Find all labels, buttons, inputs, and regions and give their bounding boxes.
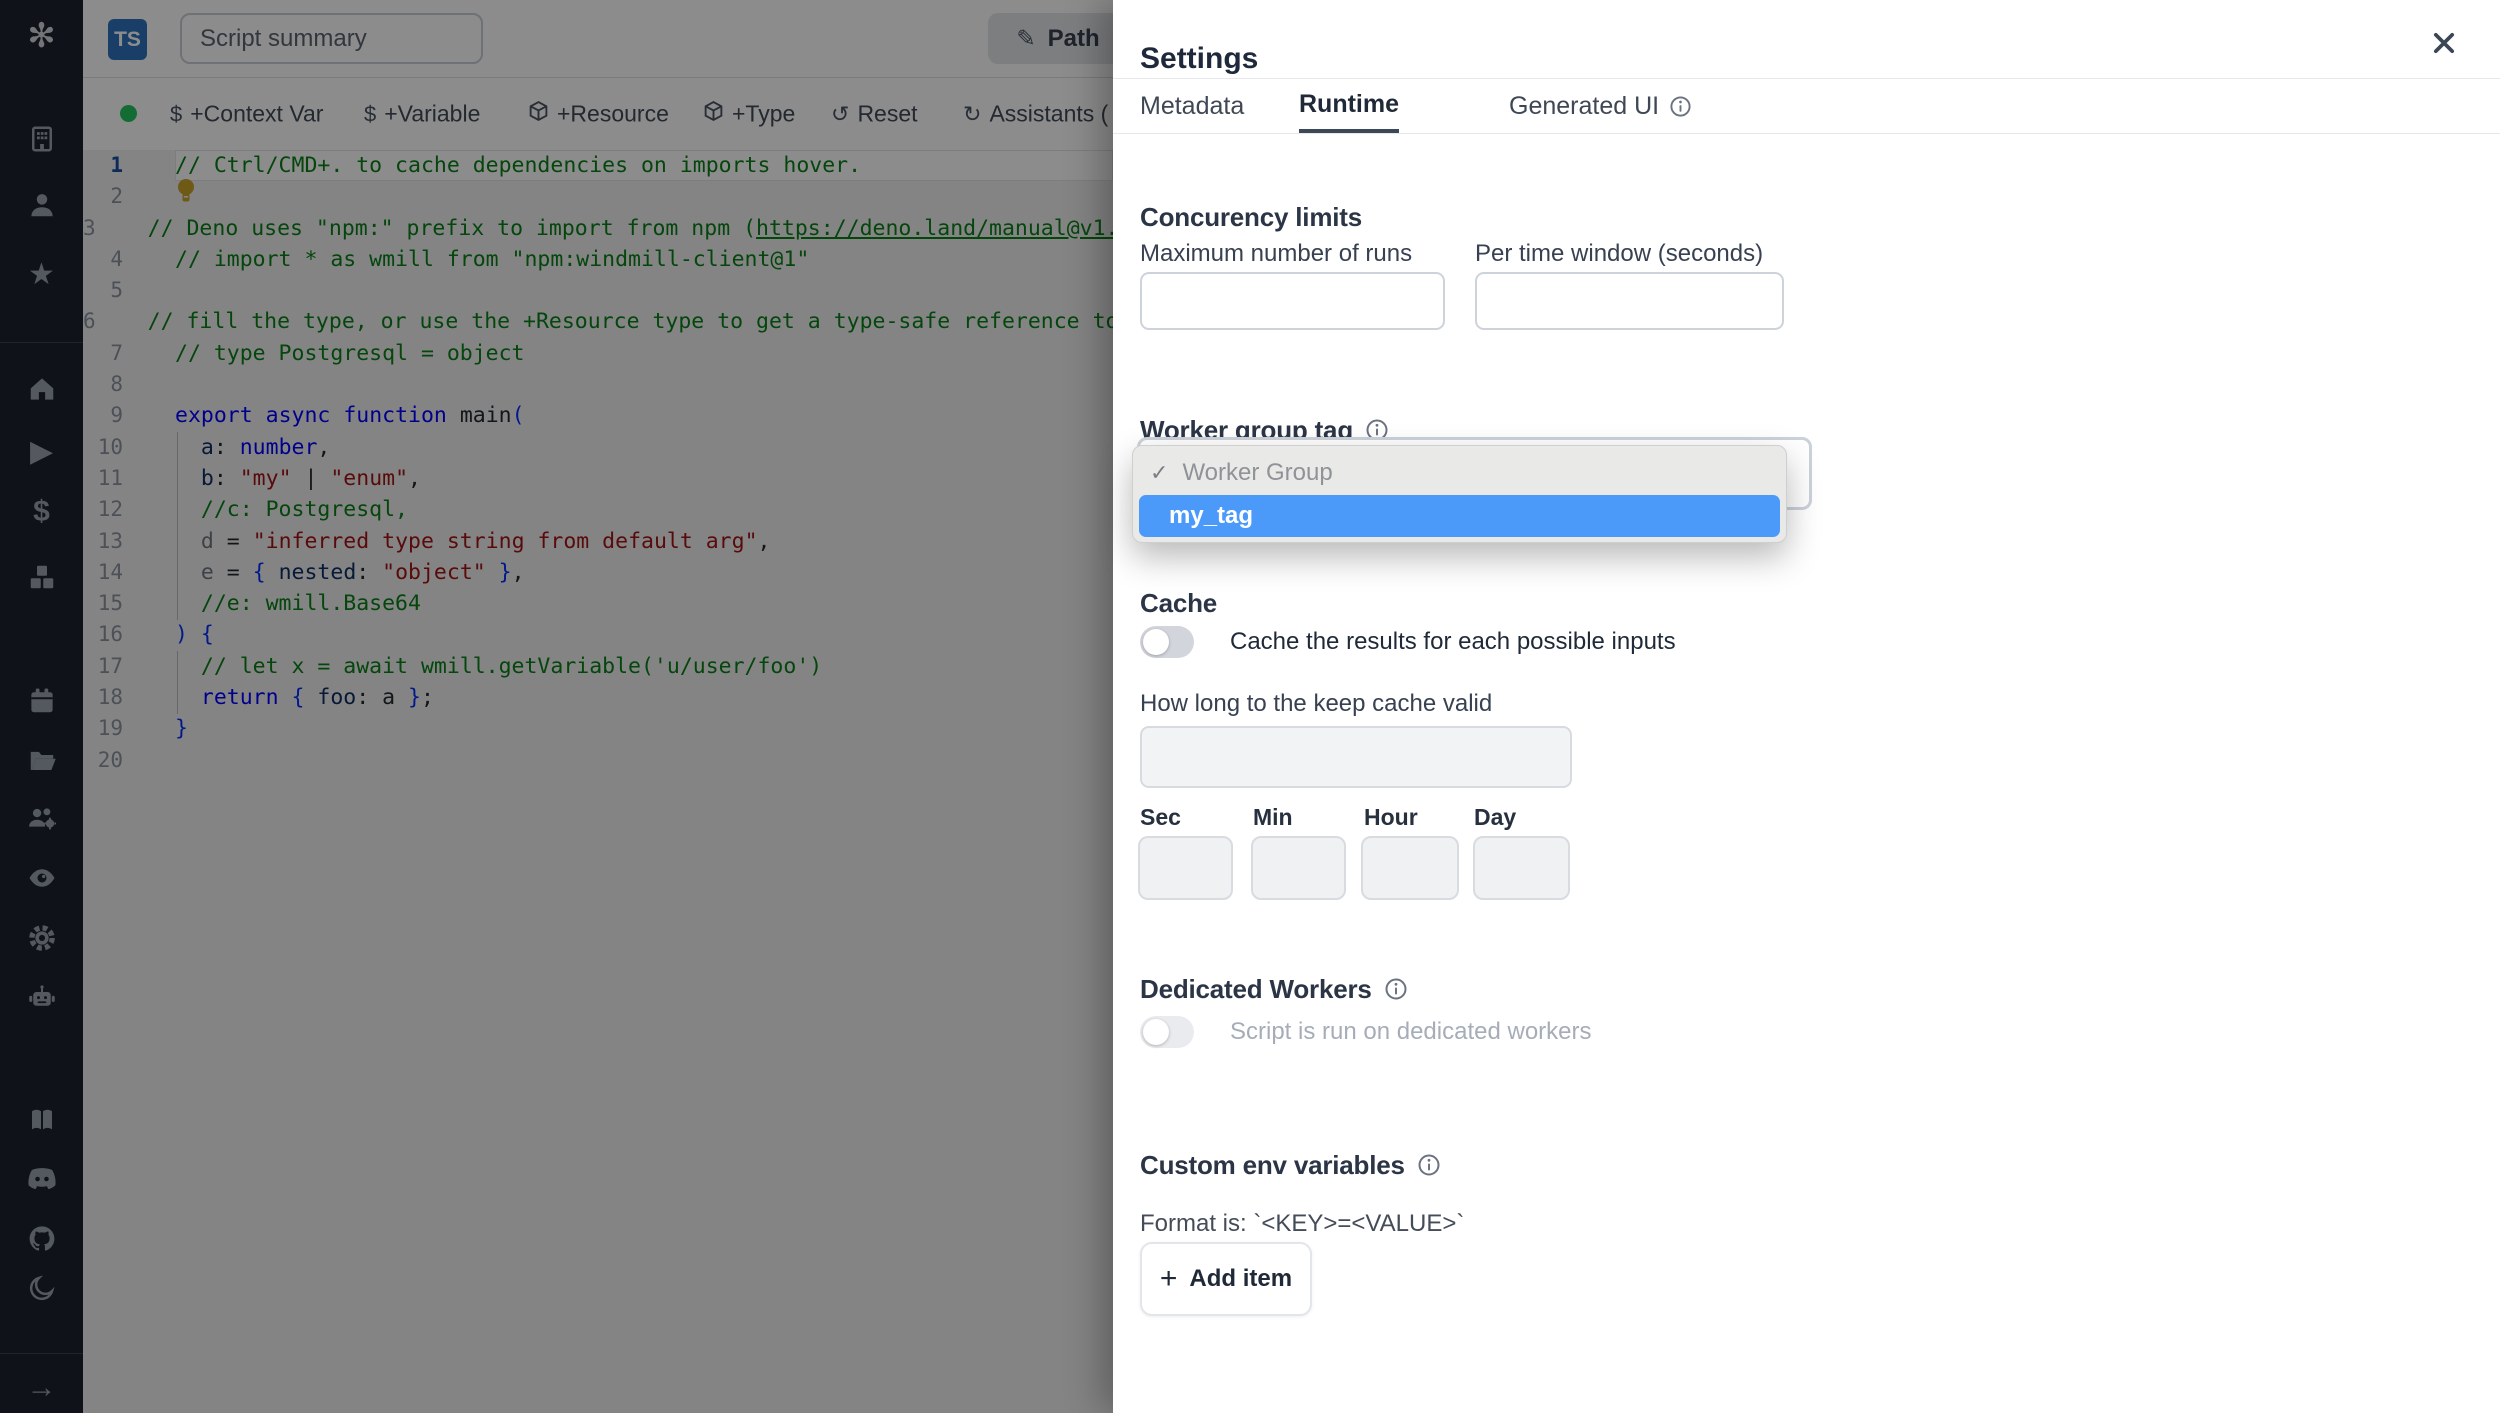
cache-heading: Cache <box>1140 587 1218 618</box>
tab-generated-ui-label: Generated UI <box>1509 91 1660 120</box>
day-label: Day <box>1474 804 1517 830</box>
close-icon <box>2430 29 2458 60</box>
settings-drawer: Settings Metadata Runtime Generated UI C… <box>1113 0 2500 1413</box>
tab-generated-ui[interactable]: Generated UI <box>1509 79 1692 133</box>
tab-runtime[interactable]: Runtime <box>1299 79 1399 133</box>
plus-icon: + <box>1159 1262 1178 1295</box>
cache-duration-label: How long to the keep cache valid <box>1140 690 1493 717</box>
dropdown-group-label: ✓ Worker Group <box>1150 459 1333 486</box>
drawer-backdrop[interactable] <box>0 0 1113 1413</box>
info-icon[interactable] <box>1669 95 1692 118</box>
day-input[interactable] <box>1473 836 1570 900</box>
hour-label: Hour <box>1364 804 1418 830</box>
tab-metadata[interactable]: Metadata <box>1140 79 1244 133</box>
env-format-hint: Format is: `<KEY>=<VALUE>` <box>1140 1210 1465 1237</box>
max-runs-input[interactable] <box>1140 272 1445 330</box>
check-icon: ✓ <box>1150 460 1169 485</box>
cache-toggle-row: Cache the results for each possible inpu… <box>1140 626 1676 658</box>
info-icon[interactable] <box>1417 1153 1441 1177</box>
time-window-input[interactable] <box>1475 272 1784 330</box>
sec-input[interactable] <box>1138 836 1233 900</box>
windmill-app: ✻ ★ ▶ $ → TS Script summary ✎ Path $ +Co… <box>0 0 2500 1413</box>
tab-runtime-label: Runtime <box>1299 89 1399 118</box>
dedicated-toggle-label: Script is run on dedicated workers <box>1230 1018 1592 1045</box>
settings-tabs: Metadata Runtime Generated UI <box>1113 79 2500 134</box>
custom-env-heading: Custom env variables <box>1140 1150 1441 1181</box>
worker-group-dropdown: ✓ Worker Group my_tag <box>1132 445 1787 543</box>
cache-duration-input[interactable] <box>1140 726 1572 788</box>
cache-toggle[interactable] <box>1140 626 1194 658</box>
info-icon[interactable] <box>1384 977 1408 1001</box>
min-input[interactable] <box>1251 836 1346 900</box>
tab-metadata-label: Metadata <box>1140 91 1245 120</box>
max-runs-label: Maximum number of runs <box>1140 240 1413 267</box>
hour-input[interactable] <box>1361 836 1459 900</box>
min-label: Min <box>1253 804 1293 830</box>
time-window-label: Per time window (seconds) <box>1475 240 1764 267</box>
dedicated-workers-heading: Dedicated Workers <box>1140 974 1408 1005</box>
settings-title: Settings <box>1140 42 1259 76</box>
dedicated-workers-toggle[interactable] <box>1140 1016 1194 1048</box>
dropdown-option-my-tag[interactable]: my_tag <box>1139 495 1780 537</box>
add-item-label: Add item <box>1189 1265 1293 1292</box>
concurrency-heading: Concurency limits <box>1140 201 1362 232</box>
add-item-button[interactable]: + Add item <box>1140 1242 1312 1316</box>
cache-toggle-label: Cache the results for each possible inpu… <box>1230 628 1676 655</box>
sec-label: Sec <box>1140 804 1181 830</box>
close-button[interactable] <box>2422 24 2466 64</box>
dedicated-toggle-row: Script is run on dedicated workers <box>1140 1016 1592 1048</box>
